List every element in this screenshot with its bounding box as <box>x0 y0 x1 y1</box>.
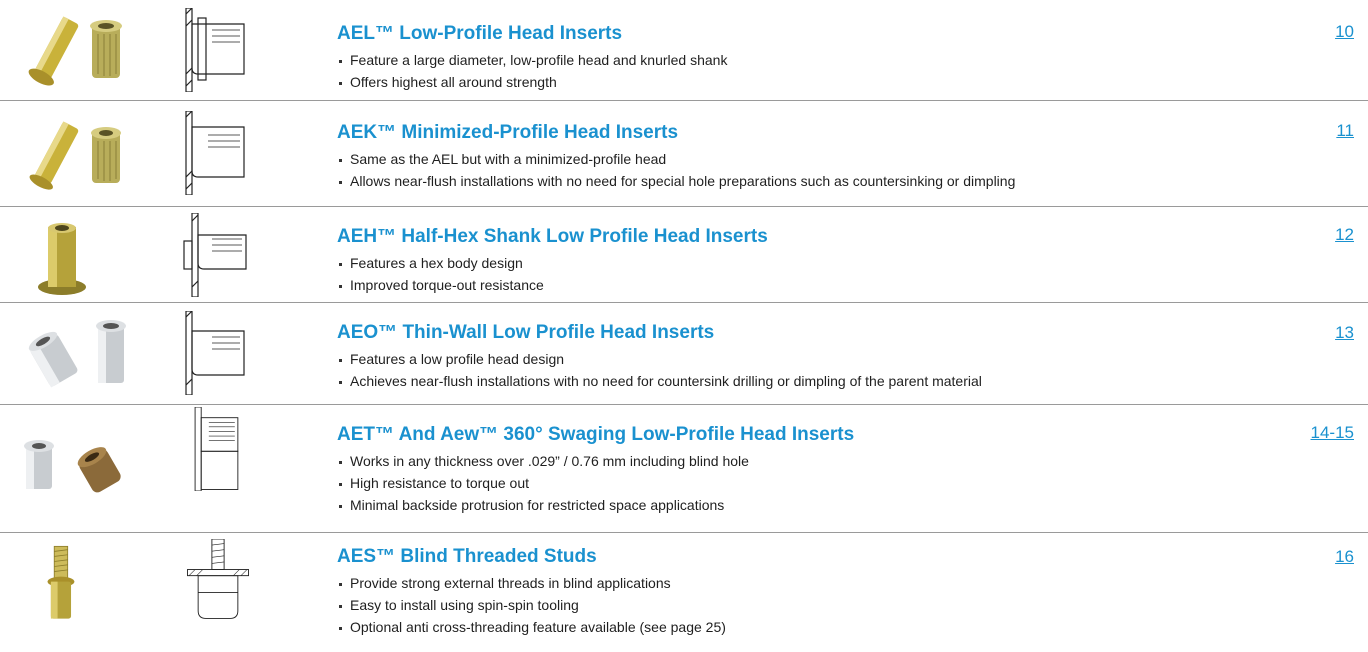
feature-item: Features a hex body design <box>337 252 1267 274</box>
product-info-aet-aew: AET™ And Aew™ 360° Swaging Low-Profile H… <box>337 423 1267 516</box>
feature-list: Works in any thickness over .029” / 0.76… <box>337 450 1267 516</box>
product-row-aek: AEK™ Minimized-Profile Head Inserts Same… <box>0 101 1368 206</box>
cross-section-drawing-aet-aew <box>194 407 239 491</box>
page-link-ael[interactable]: 10 <box>1335 20 1354 44</box>
feature-list: Features a hex body design Improved torq… <box>337 252 1267 296</box>
product-photo-aes <box>47 545 75 619</box>
feature-list: Feature a large diameter, low-profile he… <box>337 49 1267 93</box>
product-title: AET™ And Aew™ 360° Swaging Low-Profile H… <box>337 424 855 445</box>
feature-item: Features a low profile head design <box>337 348 1267 370</box>
feature-item: Achieves near-flush installations with n… <box>337 370 1267 392</box>
feature-list: Provide strong external threads in blind… <box>337 572 1267 638</box>
product-catalog: AEL™ Low-Profile Head Inserts Feature a … <box>0 0 1368 652</box>
page-link-aek[interactable]: 11 <box>1336 119 1354 143</box>
product-info-aeh: AEH™ Half-Hex Shank Low Profile Head Ins… <box>337 225 1267 296</box>
page-link-aeh[interactable]: 12 <box>1335 223 1354 247</box>
product-title: AEO™ Thin-Wall Low Profile Head Inserts <box>337 322 715 343</box>
product-row-aeo: AEO™ Thin-Wall Low Profile Head Inserts … <box>0 303 1368 404</box>
feature-item: Offers highest all around strength <box>337 71 1267 93</box>
feature-item: High resistance to torque out <box>337 472 1267 494</box>
feature-list: Same as the AEL but with a minimized-pro… <box>337 148 1267 192</box>
product-title: AES™ Blind Threaded Studs <box>337 546 597 567</box>
product-info-aek: AEK™ Minimized-Profile Head Inserts Same… <box>337 121 1267 192</box>
product-photo-aeo <box>28 320 126 388</box>
product-title: AEK™ Minimized-Profile Head Inserts <box>337 122 679 143</box>
product-photo-aet-aew <box>24 440 121 493</box>
feature-item: Optional anti cross-threading feature av… <box>337 616 1267 638</box>
page-link-aes[interactable]: 16 <box>1335 545 1354 569</box>
product-info-ael: AEL™ Low-Profile Head Inserts Feature a … <box>337 22 1267 93</box>
product-row-aes: AES™ Blind Threaded Studs Provide strong… <box>0 533 1368 652</box>
page-link-aet-aew[interactable]: 14-15 <box>1311 421 1354 445</box>
feature-item: Works in any thickness over .029” / 0.76… <box>337 450 1267 472</box>
product-info-aes: AES™ Blind Threaded Studs Provide strong… <box>337 545 1267 638</box>
cross-section-drawing-aeh <box>183 213 247 297</box>
feature-item: Provide strong external threads in blind… <box>337 572 1267 594</box>
cross-section-drawing-aek <box>185 111 245 195</box>
product-info-aeo: AEO™ Thin-Wall Low Profile Head Inserts … <box>337 321 1267 392</box>
cross-section-drawing-aeo <box>185 311 245 395</box>
feature-item: Same as the AEL but with a minimized-pro… <box>337 148 1267 170</box>
product-row-aet-aew: AET™ And Aew™ 360° Swaging Low-Profile H… <box>0 405 1368 532</box>
cross-section-drawing-ael <box>185 8 245 92</box>
feature-list: Features a low profile head design Achie… <box>337 348 1267 392</box>
feature-item: Allows near-flush installations with no … <box>337 170 1267 192</box>
cross-section-drawing-aes <box>186 539 250 619</box>
product-photo-ael <box>28 16 122 86</box>
product-photo-aek <box>29 121 121 190</box>
product-photo-aeh <box>38 223 86 295</box>
product-row-ael: AEL™ Low-Profile Head Inserts Feature a … <box>0 0 1368 100</box>
product-title: AEH™ Half-Hex Shank Low Profile Head Ins… <box>337 226 768 247</box>
feature-item: Easy to install using spin-spin tooling <box>337 594 1267 616</box>
feature-item: Improved torque-out resistance <box>337 274 1267 296</box>
product-row-aeh: AEH™ Half-Hex Shank Low Profile Head Ins… <box>0 207 1368 302</box>
feature-item: Minimal backside protrusion for restrict… <box>337 494 1267 516</box>
feature-item: Feature a large diameter, low-profile he… <box>337 49 1267 71</box>
page-link-aeo[interactable]: 13 <box>1335 321 1354 345</box>
product-title: AEL™ Low-Profile Head Inserts <box>337 23 623 44</box>
